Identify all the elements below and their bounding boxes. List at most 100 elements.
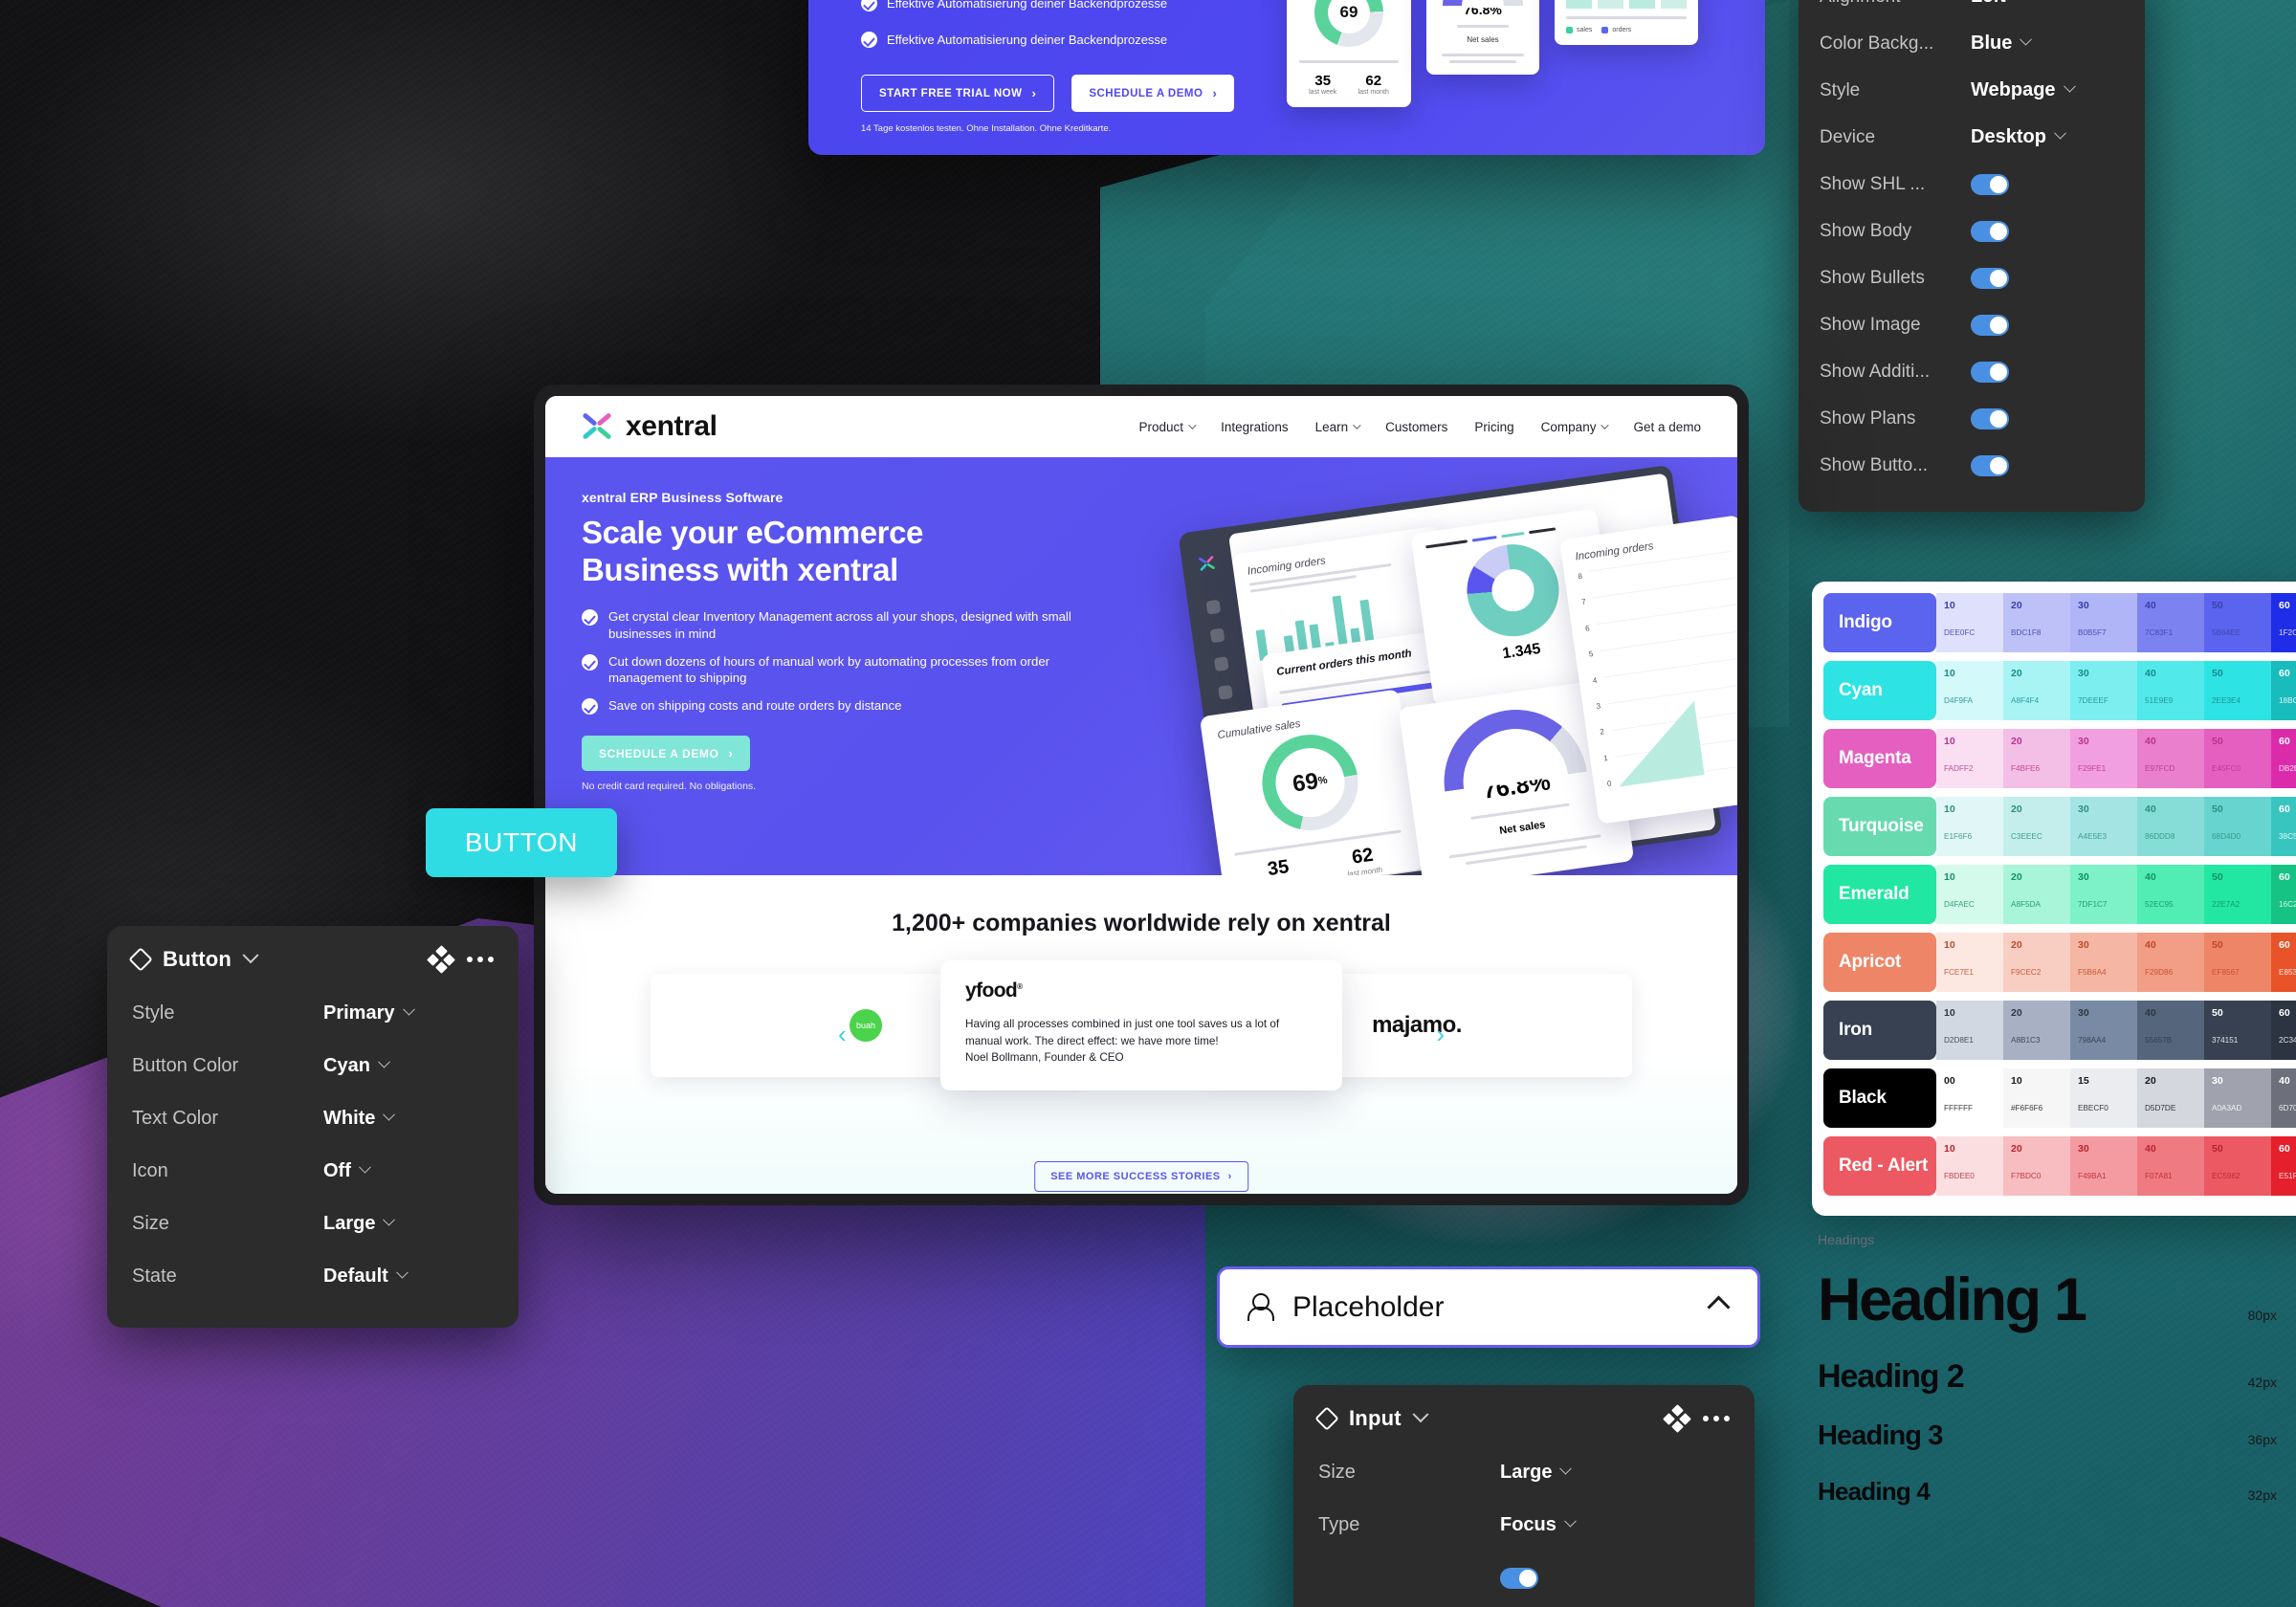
property-value-select[interactable]: Primary: [323, 1002, 415, 1024]
palette-swatch[interactable]: 20 F7BDC0: [2003, 1136, 2070, 1196]
more-options-icon[interactable]: [467, 957, 494, 962]
palette-swatch[interactable]: 15 EBECF0: [2070, 1068, 2137, 1128]
property-value-select[interactable]: Cyan: [323, 1055, 390, 1077]
nav-item-company[interactable]: Company: [1541, 420, 1610, 434]
palette-swatch[interactable]: 10 #F6F6F6: [2003, 1068, 2070, 1128]
palette-swatch[interactable]: 60 38C5C0: [2271, 797, 2296, 856]
nav-item-customers[interactable]: Customers: [1385, 420, 1447, 434]
palette-swatch[interactable]: 20 A8B1C3: [2003, 1001, 2070, 1060]
palette-swatch[interactable]: 20 F9CEC2: [2003, 933, 2070, 992]
caret-up-icon[interactable]: [1707, 1295, 1731, 1319]
property-row-show-body[interactable]: Show Body: [1820, 208, 2124, 254]
property-row-show-plans[interactable]: Show Plans: [1820, 395, 2124, 442]
property-row-text-color[interactable]: Text Color White: [132, 1092, 494, 1145]
schedule-demo-button[interactable]: SCHEDULE A DEMO ›: [1071, 75, 1235, 112]
hero-schedule-demo-button[interactable]: SCHEDULE A DEMO ›: [582, 736, 751, 772]
palette-swatch[interactable]: 10 DEE0FC: [1936, 593, 2003, 652]
placeholder-input-preview[interactable]: Placeholder: [1217, 1266, 1760, 1348]
toggle-show-shl[interactable]: [1971, 173, 2009, 195]
property-value-select[interactable]: Default: [323, 1266, 408, 1288]
property-row-color-background[interactable]: Color Backg... Blue: [1820, 20, 2124, 67]
palette-swatch[interactable]: 30 F29FE1: [2070, 729, 2137, 788]
palette-swatch[interactable]: 60 16C284: [2271, 865, 2296, 924]
palette-swatch[interactable]: 50 374151: [2204, 1001, 2271, 1060]
palette-swatch[interactable]: 00 FFFFFF: [1936, 1068, 2003, 1128]
palette-swatch[interactable]: 60 E51F2B: [2271, 1136, 2296, 1196]
property-value-select[interactable]: Desktop: [1971, 126, 2066, 148]
property-row-show-shl[interactable]: Show SHL ...: [1820, 161, 2124, 208]
property-row-state[interactable]: State Default: [132, 1250, 494, 1303]
property-row-style[interactable]: Style Webpage: [1820, 67, 2124, 114]
palette-swatch[interactable]: 60 DB2BAA: [2271, 729, 2296, 788]
nav-item-pricing[interactable]: Pricing: [1474, 420, 1513, 434]
palette-swatch[interactable]: 30 F49BA1: [2070, 1136, 2137, 1196]
nav-item-get-a-demo[interactable]: Get a demo: [1633, 420, 1701, 434]
palette-swatch[interactable]: 30 A4E5E3: [2070, 797, 2137, 856]
palette-swatch[interactable]: 20 BDC1F8: [2003, 593, 2070, 652]
palette-swatch[interactable]: 40 86DDD8: [2137, 797, 2204, 856]
toggle-show-additional[interactable]: [1971, 361, 2009, 383]
palette-swatch[interactable]: 10 FBDEE0: [1936, 1136, 2003, 1196]
palette-swatch[interactable]: 60 1F2CE8: [2271, 593, 2296, 652]
palette-swatch[interactable]: 50 22E7A2: [2204, 865, 2271, 924]
property-value-select[interactable]: Large: [323, 1213, 396, 1235]
property-row-show-buttons[interactable]: Show Butto...: [1820, 442, 2124, 489]
property-value-select[interactable]: Off: [323, 1160, 371, 1182]
toggle-show-plans[interactable]: [1971, 407, 2009, 429]
palette-swatch[interactable]: 40 E97FCD: [2137, 729, 2204, 788]
property-row-size[interactable]: Size Large: [1318, 1446, 1730, 1499]
palette-swatch[interactable]: 40 7C83F1: [2137, 593, 2204, 652]
palette-swatch[interactable]: 50 2EE3E4: [2204, 661, 2271, 720]
see-more-success-stories-button[interactable]: SEE MORE SUCCESS STORIES ›: [1034, 1161, 1248, 1192]
palette-swatch[interactable]: 50 68D4D0: [2204, 797, 2271, 856]
palette-swatch[interactable]: 50 E45FC0: [2204, 729, 2271, 788]
toggle-input-extra[interactable]: [1500, 1567, 1538, 1589]
nav-item-integrations[interactable]: Integrations: [1221, 420, 1289, 434]
palette-swatch[interactable]: 40 F29D86: [2137, 933, 2204, 992]
chevron-down-icon[interactable]: [1412, 1406, 1429, 1423]
toggle-show-buttons[interactable]: [1971, 454, 2009, 476]
property-row-type[interactable]: Type Focus: [1318, 1499, 1730, 1552]
palette-swatch[interactable]: 20 A8F5DA: [2003, 865, 2070, 924]
property-row-icon[interactable]: Icon Off: [132, 1145, 494, 1198]
property-row-style[interactable]: Style Primary: [132, 987, 494, 1040]
property-row-button-color[interactable]: Button Color Cyan: [132, 1040, 494, 1092]
palette-swatch[interactable]: 40 55657B: [2137, 1001, 2204, 1060]
carousel-next-button[interactable]: ›: [1436, 1020, 1445, 1049]
palette-swatch[interactable]: 60 2C3441: [2271, 1001, 2296, 1060]
nav-item-learn[interactable]: Learn: [1315, 420, 1361, 434]
property-row-show-image[interactable]: Show Image: [1820, 301, 2124, 348]
palette-swatch[interactable]: 50 EC5962: [2204, 1136, 2271, 1196]
palette-swatch[interactable]: 60 E85329: [2271, 933, 2296, 992]
palette-swatch[interactable]: 20 A8F4F4: [2003, 661, 2070, 720]
property-row-show-additional[interactable]: Show Additi...: [1820, 348, 2124, 395]
palette-swatch[interactable]: 30 7DF1C7: [2070, 865, 2137, 924]
property-row-size[interactable]: Size Large: [132, 1198, 494, 1250]
palette-swatch[interactable]: 50 5B64EE: [2204, 593, 2271, 652]
palette-swatch[interactable]: 40 F07A81: [2137, 1136, 2204, 1196]
palette-swatch[interactable]: 20 F4BFE6: [2003, 729, 2070, 788]
swap-instance-icon[interactable]: [1663, 1404, 1691, 1433]
palette-swatch[interactable]: 30 B0B5F7: [2070, 593, 2137, 652]
palette-swatch[interactable]: 60 18BCBD: [2271, 661, 2296, 720]
more-options-icon[interactable]: [1703, 1416, 1730, 1421]
palette-swatch[interactable]: 20 C3EEEC: [2003, 797, 2070, 856]
palette-swatch[interactable]: 10 D4F9FA: [1936, 661, 2003, 720]
property-row-device[interactable]: Device Desktop: [1820, 114, 2124, 161]
property-value-select[interactable]: Left: [1971, 0, 2024, 8]
property-row-show-bullets[interactable]: Show Bullets: [1820, 254, 2124, 301]
property-value-select[interactable]: Focus: [1500, 1514, 1577, 1536]
palette-swatch[interactable]: 30 7DEEEF: [2070, 661, 2137, 720]
palette-swatch[interactable]: 10 FCE7E1: [1936, 933, 2003, 992]
palette-swatch[interactable]: 50 EF8567: [2204, 933, 2271, 992]
toggle-show-bullets[interactable]: [1971, 267, 2009, 289]
palette-swatch[interactable]: 40 6D707A: [2271, 1068, 2296, 1128]
palette-swatch[interactable]: 40 52EC95: [2137, 865, 2204, 924]
swap-instance-icon[interactable]: [427, 945, 455, 974]
palette-swatch[interactable]: 30 798AA4: [2070, 1001, 2137, 1060]
palette-swatch[interactable]: 10 D2D8E1: [1936, 1001, 2003, 1060]
property-value-select[interactable]: Webpage: [1971, 79, 2076, 101]
palette-swatch[interactable]: 30 F5B6A4: [2070, 933, 2137, 992]
toggle-show-body[interactable]: [1971, 220, 2009, 242]
start-free-trial-button[interactable]: START FREE TRIAL NOW ›: [861, 75, 1055, 112]
